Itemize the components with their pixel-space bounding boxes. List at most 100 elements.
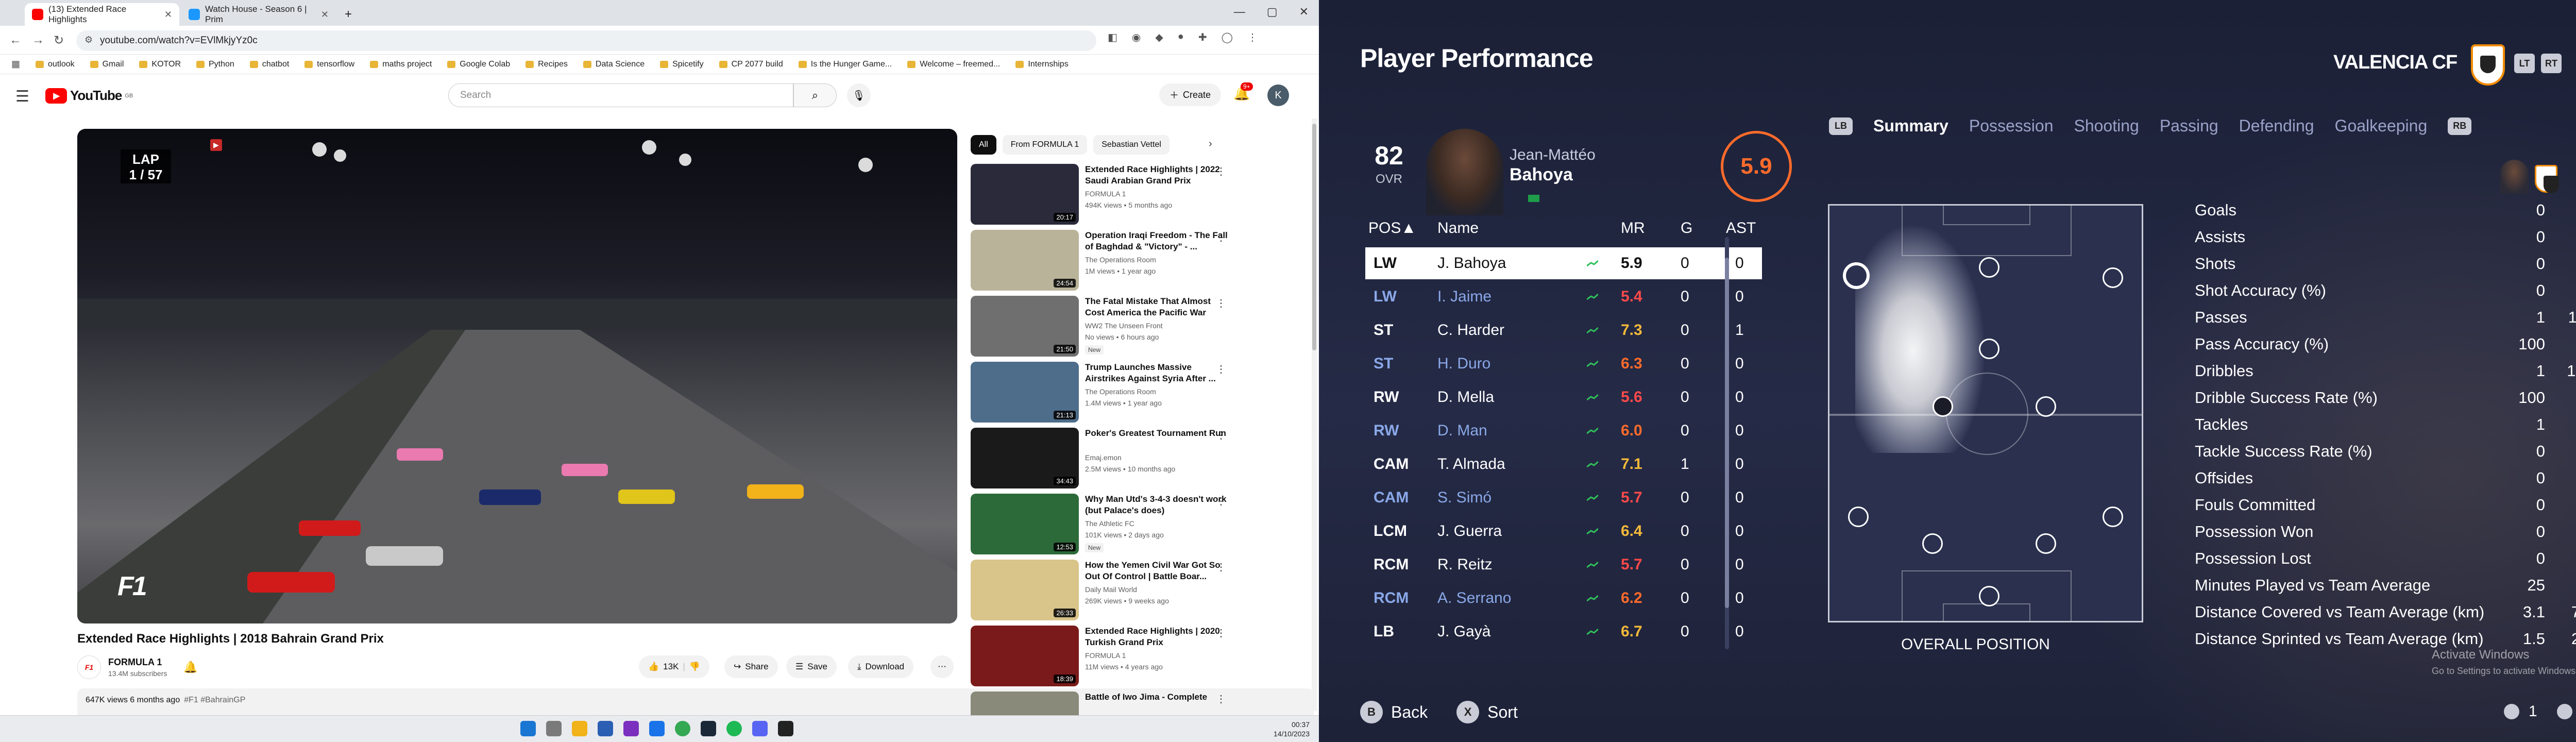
bookmark-item[interactable]: tensorflow <box>304 60 354 69</box>
notifications-bell-icon[interactable]: 🔔 <box>183 661 197 674</box>
tab-goalkeeping[interactable]: Goalkeeping <box>2335 116 2428 136</box>
share-button[interactable]: ↪ Share <box>724 655 778 678</box>
video-thumbnail[interactable]: 21:13 <box>971 362 1079 423</box>
tab-summary[interactable]: Summary <box>1873 116 1948 136</box>
download-button[interactable]: ⤓ Download <box>848 655 914 678</box>
col-ast-header[interactable]: AST <box>1726 220 1756 237</box>
recommended-title[interactable]: Extended Race Highlights | 2022 Saudi Ar… <box>1085 164 1229 187</box>
recommended-video[interactable]: 21:50 The Fatal Mistake That Almost Cost … <box>971 296 1259 358</box>
url-field[interactable]: ⚙ youtube.com/watch?v=EVlMkjyYz0c <box>76 30 1096 51</box>
table-row[interactable]: ST C. Harder 7.3 0 1 <box>1365 314 1762 346</box>
bookmark-item[interactable]: Internships <box>1015 60 1069 69</box>
tab-possession[interactable]: Possession <box>1969 116 2054 136</box>
table-row[interactable]: LW I. Jaime 5.4 0 0 <box>1365 281 1762 313</box>
more-vert-icon[interactable]: ⋮ <box>1216 429 1226 442</box>
col-g-header[interactable]: G <box>1681 220 1692 237</box>
chrome-icon[interactable] <box>675 721 690 736</box>
extension-icon[interactable]: ◉ <box>1132 31 1141 44</box>
extension-icon[interactable]: ◆ <box>1155 31 1163 44</box>
forward-icon[interactable]: → <box>32 33 44 47</box>
bookmark-item[interactable]: Spicetify <box>660 60 704 69</box>
bookmark-item[interactable]: CP 2077 build <box>719 60 783 69</box>
hashtags[interactable]: #F1 #BahrainGP <box>184 696 245 704</box>
recommended-channel[interactable]: Emaj.emon <box>1085 453 1122 462</box>
spotify-icon[interactable] <box>726 721 742 736</box>
search-button[interactable]: ⌕ <box>793 83 837 107</box>
close-tab-icon[interactable]: ✕ <box>321 9 329 20</box>
recommended-title[interactable]: Operation Iraqi Freedom - The Fall of Ba… <box>1085 230 1229 252</box>
apps-grid-icon[interactable]: ▦ <box>11 59 20 70</box>
recommended-video[interactable]: 26:33 How the Yemen Civil War Got So Out … <box>971 560 1259 621</box>
table-row[interactable]: RW D. Man 6.0 0 0 <box>1365 415 1762 447</box>
extensions-puzzle-icon[interactable]: ✚ <box>1198 31 1207 44</box>
channel-avatar[interactable]: F1 <box>77 655 101 679</box>
b-button-icon[interactable]: B <box>1360 701 1383 723</box>
recommended-video[interactable]: 21:13 Trump Launches Massive Airstrikes A… <box>971 362 1259 424</box>
col-name-header[interactable]: Name <box>1437 220 1479 237</box>
bookmark-item[interactable]: Gmail <box>90 60 124 69</box>
discord-icon[interactable] <box>752 721 768 736</box>
recommended-channel[interactable]: FORMULA 1 <box>1085 651 1126 660</box>
extension-icon[interactable]: ● <box>1178 31 1184 44</box>
tab-prime-video[interactable]: Watch House - Season 6 | Prim ✕ <box>181 3 336 26</box>
chevron-right-icon[interactable]: › <box>1209 138 1212 150</box>
more-vert-icon[interactable]: ⋮ <box>1216 297 1226 310</box>
x-button-icon[interactable]: X <box>1456 701 1480 723</box>
file-explorer-icon[interactable] <box>572 721 587 736</box>
recommended-channel[interactable]: FORMULA 1 <box>1085 190 1126 198</box>
more-actions-button[interactable]: ⋯ <box>930 655 954 678</box>
steam-icon[interactable] <box>701 721 716 736</box>
recommended-channel[interactable]: Daily Mail World <box>1085 585 1137 594</box>
recommended-title[interactable]: Trump Launches Massive Airstrikes Agains… <box>1085 362 1229 384</box>
bookmark-item[interactable]: Welcome – freemed... <box>907 60 1000 69</box>
recommended-channel[interactable]: WW2 The Unseen Front <box>1085 322 1163 330</box>
create-button[interactable]: ＋ Create <box>1159 83 1222 106</box>
bookmark-item[interactable]: KOTOR <box>139 60 181 69</box>
sort-label[interactable]: Sort <box>1487 703 1518 722</box>
bookmark-item[interactable]: chatbot <box>249 60 289 69</box>
more-vert-icon[interactable]: ⋮ <box>1216 363 1226 376</box>
onenote-icon[interactable] <box>623 721 639 736</box>
table-row[interactable]: CAM T. Almada 7.1 1 0 <box>1365 448 1762 480</box>
col-mr-header[interactable]: MR <box>1621 220 1645 237</box>
start-icon[interactable] <box>520 721 536 736</box>
account-avatar[interactable]: K <box>1267 85 1289 106</box>
table-row[interactable]: ST H. Duro 6.3 0 0 <box>1365 348 1762 380</box>
back-label[interactable]: Back <box>1391 703 1428 722</box>
recommended-title[interactable]: How the Yemen Civil War Got So Out Of Co… <box>1085 560 1229 582</box>
video-thumbnail[interactable]: 24:54 <box>971 230 1079 291</box>
tab-passing[interactable]: Passing <box>2160 116 2218 136</box>
bookmark-item[interactable]: outlook <box>36 60 75 69</box>
youtube-logo[interactable]: ▶ YouTube GB <box>45 88 133 104</box>
lb-bumper-icon[interactable]: LB <box>1829 117 1853 135</box>
bookmark-item[interactable]: Python <box>196 60 234 69</box>
recommended-title[interactable]: The Fatal Mistake That Almost Cost Ameri… <box>1085 296 1229 318</box>
bookmark-item[interactable]: Google Colab <box>447 60 510 69</box>
recommended-channel[interactable]: The Operations Room <box>1085 387 1156 396</box>
recommended-title[interactable]: Poker's Greatest Tournament Run <box>1085 428 1229 439</box>
recommended-video[interactable]: 20:17 Extended Race Highlights | 2022 Sau… <box>971 164 1259 226</box>
word-icon[interactable] <box>649 721 665 736</box>
bookmark-item[interactable]: Data Science <box>583 60 645 69</box>
table-row[interactable]: LB J. Gayà 6.7 0 0 <box>1365 616 1762 648</box>
recommended-video[interactable]: 24:54 Operation Iraqi Freedom - The Fall … <box>971 230 1259 292</box>
table-row[interactable]: LW J. Bahoya 5.9 0 0 <box>1365 247 1762 279</box>
more-vert-icon[interactable]: ⋮ <box>1216 495 1226 508</box>
reload-icon[interactable]: ↻ <box>54 33 64 48</box>
table-row[interactable]: RCM A. Serrano 6.2 0 0 <box>1365 582 1762 614</box>
rb-bumper-icon[interactable]: RB <box>2448 117 2472 135</box>
recommended-title[interactable]: Battle of Iwo Jima - Complete <box>1085 692 1229 703</box>
menu-icon[interactable]: ⋮ <box>1247 31 1258 44</box>
search-input[interactable]: Search <box>448 83 793 107</box>
table-scrollbar-thumb[interactable] <box>1725 258 1729 608</box>
more-vert-icon[interactable]: ⋮ <box>1216 165 1226 178</box>
voice-search-button[interactable]: 🎙 <box>847 83 871 107</box>
recommended-video[interactable]: 18:39 Extended Race Highlights | 2020 Tur… <box>971 626 1259 687</box>
system-clock[interactable]: 00:37 14/10/2023 <box>1274 720 1310 738</box>
tab-shooting[interactable]: Shooting <box>2074 116 2139 136</box>
bookmark-item[interactable]: Recipes <box>526 60 568 69</box>
video-thumbnail[interactable]: 12:53 <box>971 494 1079 554</box>
filter-chip[interactable]: Sebastian Vettel <box>1093 135 1170 155</box>
tab-defending[interactable]: Defending <box>2239 116 2314 136</box>
extension-icon[interactable]: ◧ <box>1108 31 1117 44</box>
